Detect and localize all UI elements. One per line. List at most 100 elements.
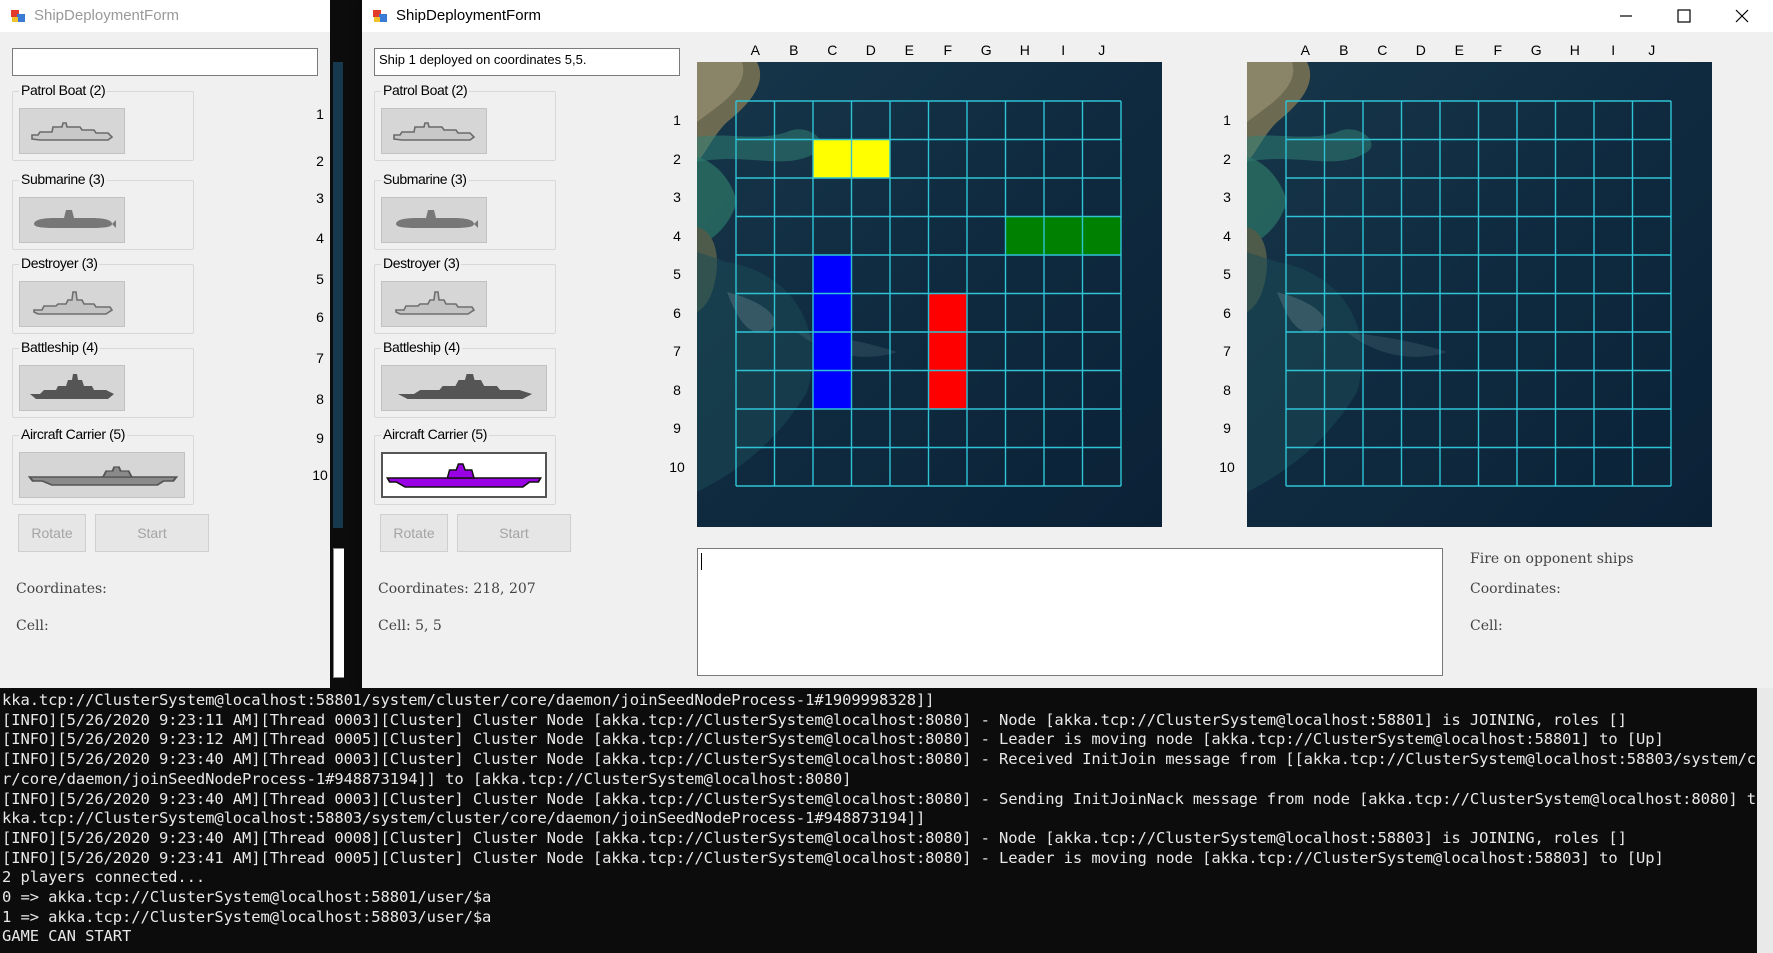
ship-cell-J4 [1082, 216, 1121, 255]
console-line: [INFO][5/26/2020 9:23:40 AM][Thread 0003… [2, 789, 1773, 808]
start-button[interactable]: Start [95, 514, 209, 552]
patrol-boat-label: Patrol Boat (2) [381, 82, 470, 98]
minimize-icon[interactable] [1614, 4, 1638, 28]
row-label: 7 [673, 343, 681, 360]
ship-cell-C6 [813, 293, 852, 332]
patrol-boat-icon [20, 109, 124, 155]
column-label: D [1415, 42, 1426, 58]
row-label: 9 [1223, 420, 1231, 437]
front-deployment-window: ShipDeploymentForm Ship 1 deployed on co… [362, 0, 1773, 688]
patrol-boat-group: Patrol Boat (2) [12, 82, 194, 161]
patrol-boat-button[interactable] [19, 108, 125, 154]
column-label: E [904, 42, 914, 58]
opponent-board[interactable] [1247, 62, 1712, 527]
column-label: C [827, 42, 838, 58]
console-line: r/core/daemon/joinSeedNodeProcess-1#9488… [2, 769, 852, 788]
column-label: A [750, 42, 760, 58]
row-label: 5 [316, 271, 324, 287]
aircraft-carrier-label: Aircraft Carrier (5) [381, 426, 490, 442]
coordinates-readout: Coordinates: 218, 207 [378, 581, 536, 597]
row-label: 2 [1223, 150, 1231, 167]
destroyer-button[interactable] [19, 281, 125, 327]
battleship-label: Battleship (4) [381, 339, 462, 355]
row-label: 9 [673, 420, 681, 437]
row-label: 8 [1223, 381, 1231, 398]
ship-cell-I4 [1044, 216, 1083, 255]
column-label: C [1377, 42, 1388, 58]
opponent-caption: Fire on opponent ships [1470, 551, 1634, 567]
ship-cell-D2 [851, 139, 890, 178]
status-textbox[interactable]: Ship 1 deployed on coordinates 5,5. [374, 48, 680, 76]
battleship-button[interactable] [381, 365, 547, 411]
column-label: B [1339, 42, 1349, 58]
front-window-titlebar[interactable]: ShipDeploymentForm [362, 0, 1773, 32]
destroyer-button[interactable] [381, 281, 487, 327]
console-line: [INFO][5/26/2020 9:23:40 AM][Thread 0008… [2, 828, 1627, 847]
row-label: 9 [316, 430, 324, 446]
maximize-icon[interactable] [1672, 4, 1696, 28]
submarine-label: Submarine (3) [19, 171, 107, 187]
column-label: I [1611, 42, 1616, 58]
column-label: H [1569, 42, 1580, 58]
row-label: 7 [316, 350, 324, 366]
coordinates-label: Coordinates: [16, 581, 107, 597]
aircraft-carrier-label: Aircraft Carrier (5) [19, 426, 128, 442]
row-label: 6 [673, 304, 681, 321]
text-cursor [701, 553, 702, 570]
battleship-label: Battleship (4) [19, 339, 100, 355]
back-chat-edge [333, 548, 344, 678]
own-board-grid[interactable] [697, 62, 1162, 527]
ship-cell-C8 [813, 370, 852, 409]
window-title: ShipDeploymentForm [396, 7, 542, 24]
opponent-board-grid[interactable] [1247, 62, 1712, 527]
console-line: [INFO][5/26/2020 9:23:12 AM][Thread 0005… [2, 730, 1664, 749]
submarine-group: Submarine (3) [374, 171, 556, 250]
status-textbox[interactable] [12, 48, 318, 76]
console-line: kka.tcp://ClusterSystem@localhost:58801/… [2, 691, 935, 709]
column-label: E [1454, 42, 1464, 58]
patrol-boat-group: Patrol Boat (2) [374, 82, 556, 161]
destroyer-icon [20, 282, 124, 328]
aircraft-carrier-group: Aircraft Carrier (5) [374, 426, 556, 505]
start-button[interactable]: Start [457, 514, 571, 552]
row-label: 4 [673, 227, 681, 244]
row-label: 6 [316, 309, 324, 325]
ship-cell-F8 [928, 370, 967, 409]
own-board[interactable] [697, 62, 1162, 527]
ship-cell-C5 [813, 255, 852, 294]
submarine-button[interactable] [381, 197, 487, 243]
submarine-icon [382, 198, 486, 244]
column-label: G [1530, 42, 1542, 58]
message-textbox[interactable] [697, 548, 1443, 676]
console-line: 1 => akka.tcp://ClusterSystem@localhost:… [2, 907, 492, 926]
rotate-button[interactable]: Rotate [380, 514, 448, 552]
window-title: ShipDeploymentForm [34, 7, 180, 24]
battleship-button[interactable] [19, 365, 125, 411]
ship-cell-C2 [813, 139, 852, 178]
opponent-coordinates-label: Coordinates: [1470, 581, 1561, 597]
console-line: kka.tcp://ClusterSystem@localhost:58803/… [2, 809, 926, 828]
submarine-button[interactable] [19, 197, 125, 243]
patrol-boat-button[interactable] [381, 108, 487, 154]
rotate-button[interactable]: Rotate [18, 514, 86, 552]
aircraft-carrier-button[interactable] [19, 452, 185, 498]
row-label: 2 [673, 150, 681, 167]
close-icon[interactable] [1730, 4, 1754, 28]
aircraft-carrier-button[interactable] [381, 452, 547, 498]
console-line: 0 => akka.tcp://ClusterSystem@localhost:… [2, 888, 492, 906]
row-label: 10 [312, 467, 328, 483]
back-board-edge [333, 62, 343, 528]
console-scrollbar[interactable] [1757, 688, 1773, 953]
console-line: [INFO][5/26/2020 9:23:40 AM][Thread 0003… [2, 750, 1773, 769]
row-label: 10 [1219, 458, 1235, 475]
submarine-label: Submarine (3) [381, 171, 469, 187]
row-label: 3 [673, 189, 681, 206]
back-window-titlebar[interactable]: ShipDeploymentForm [0, 0, 330, 32]
row-label: 6 [1223, 304, 1231, 321]
column-label: A [1300, 42, 1310, 58]
submarine-group: Submarine (3) [12, 171, 194, 250]
app-icon [373, 10, 387, 22]
column-label: F [943, 42, 953, 58]
opponent-cell-label: Cell: [1470, 618, 1503, 634]
ship-cell-F6 [928, 293, 967, 332]
